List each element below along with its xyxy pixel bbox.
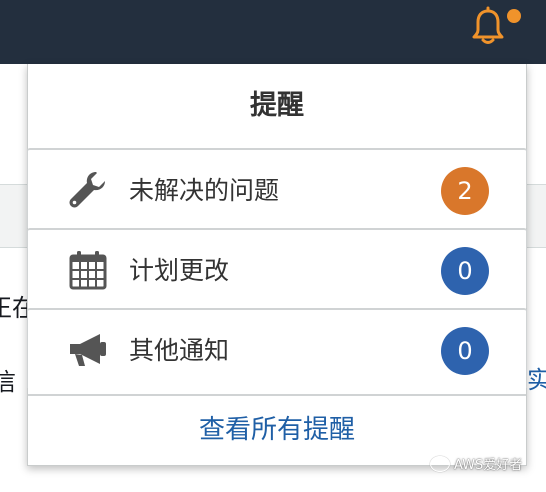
notification-indicator-dot (507, 9, 521, 23)
top-navigation-bar (0, 0, 546, 64)
alert-item-label: 未解决的问题 (129, 176, 280, 205)
alert-count-badge: 0 (441, 327, 489, 375)
background-text: 信 (0, 368, 16, 396)
wrench-icon (69, 172, 105, 208)
watermark: AWS爱好者 (430, 454, 522, 473)
watermark-text: AWS爱好者 (454, 458, 523, 473)
alert-item-scheduled-changes[interactable]: 计划更改 0 (27, 228, 527, 308)
background-link-text[interactable]: 实 (527, 360, 546, 395)
wechat-icon (430, 455, 450, 472)
alerts-dropdown-panel: 提醒 未解决的问题 2 计划更改 0 其他通知 0 查看所有提醒 (27, 64, 527, 466)
alert-item-open-issues[interactable]: 未解决的问题 2 (27, 148, 527, 228)
alert-item-label: 其他通知 (129, 336, 230, 365)
calendar-icon (69, 251, 107, 290)
notifications-bell-button[interactable] (470, 6, 506, 46)
alert-item-other-notifications[interactable]: 其他通知 0 (27, 308, 527, 388)
alert-count-badge: 2 (441, 167, 489, 215)
alert-count-badge: 0 (441, 247, 489, 295)
alert-item-label: 计划更改 (129, 256, 230, 285)
bell-icon (472, 6, 504, 44)
panel-title: 提醒 (250, 90, 304, 121)
megaphone-icon (70, 334, 106, 366)
